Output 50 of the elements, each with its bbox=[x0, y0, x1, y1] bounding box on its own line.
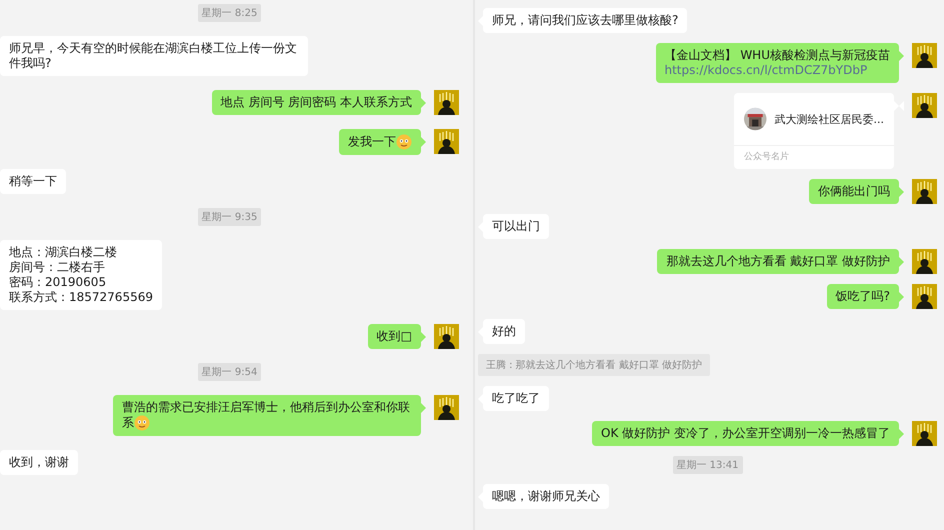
avatar-icon bbox=[912, 43, 937, 68]
message-bubble: 稍等一下 bbox=[0, 169, 66, 194]
message-bubble: 师兄，请问我们应该去哪里做核酸? bbox=[483, 8, 688, 33]
message-bubble: 你俩能出门吗 bbox=[809, 179, 899, 204]
contact-card[interactable]: 武大测绘社区居民委... 公众号名片 bbox=[734, 93, 894, 169]
avatar-icon bbox=[912, 179, 937, 204]
message-bubble: OK 做好防护 变冷了，办公室开空调别一冷一热感冒了 bbox=[592, 421, 899, 446]
bubble-tail bbox=[421, 403, 426, 413]
message-bubble: 发我一下 bbox=[339, 129, 421, 155]
bubble-tail bbox=[899, 429, 904, 439]
bubble-tail bbox=[899, 257, 904, 267]
message-bubble: 曹浩的需求已安排汪启军博士，他稍后到办公室和你联系 bbox=[113, 395, 421, 436]
avatar-icon bbox=[912, 249, 937, 274]
message-line: 联系方式：18572765569 bbox=[9, 290, 153, 305]
message-bubble: 收到□ bbox=[368, 324, 421, 349]
card-footer: 公众号名片 bbox=[734, 145, 894, 169]
message-line: 密码：20190605 bbox=[9, 275, 108, 290]
avatar-icon bbox=[434, 324, 459, 349]
message-line: 房间号：二楼右手 bbox=[9, 260, 106, 275]
bubble-tail bbox=[899, 292, 904, 302]
avatar-icon bbox=[912, 93, 937, 118]
avatar-icon bbox=[434, 90, 459, 115]
bubble-tail bbox=[899, 187, 904, 197]
link[interactable]: https://kdocs.cn/l/ctmDCZ7bYDbP bbox=[664, 63, 890, 78]
link-title: 【金山文档】 WHU核酸检测点与新冠疫苗 bbox=[664, 48, 890, 62]
message-bubble: 那就去这几个地方看看 戴好口罩 做好防护 bbox=[657, 249, 899, 274]
message-line: 地点：湖滨白楼二楼 bbox=[9, 245, 118, 260]
card-name: 武大测绘社区居民委... bbox=[774, 112, 884, 126]
quoted-message: 王腾 : 那就去这几个地方看看 戴好口罩 做好防护 bbox=[478, 354, 710, 376]
bubble-tail bbox=[421, 137, 426, 147]
message-bubble: 嗯嗯，谢谢师兄关心 bbox=[483, 484, 609, 509]
message-bubble: 吃了吃了 bbox=[483, 386, 549, 411]
avatar-icon bbox=[912, 421, 937, 446]
avatar-icon bbox=[434, 395, 459, 420]
emoji-icon bbox=[396, 134, 412, 150]
message-bubble: 可以出门 bbox=[483, 214, 549, 239]
message-bubble: 好的 bbox=[483, 319, 525, 344]
timestamp: 星期一 13:41 bbox=[672, 456, 742, 474]
emoji-icon bbox=[134, 415, 150, 431]
message-bubble: 地点 房间号 房间密码 本人联系方式 bbox=[212, 90, 421, 115]
timestamp: 星期一 9:54 bbox=[198, 363, 262, 381]
avatar-icon bbox=[434, 129, 459, 154]
timestamp: 星期一 8:25 bbox=[198, 4, 262, 22]
bubble-tail bbox=[421, 332, 426, 342]
message-bubble: 收到，谢谢 bbox=[0, 450, 78, 475]
message-bubble: 饭吃了吗? bbox=[826, 284, 899, 309]
timestamp: 星期一 9:35 bbox=[198, 208, 262, 226]
avatar-icon bbox=[912, 284, 937, 309]
message-bubble: 师兄早，今天有空的时候能在湖滨白楼工位上传一份文件我吗? bbox=[0, 36, 308, 76]
bubble-tail bbox=[421, 98, 426, 108]
